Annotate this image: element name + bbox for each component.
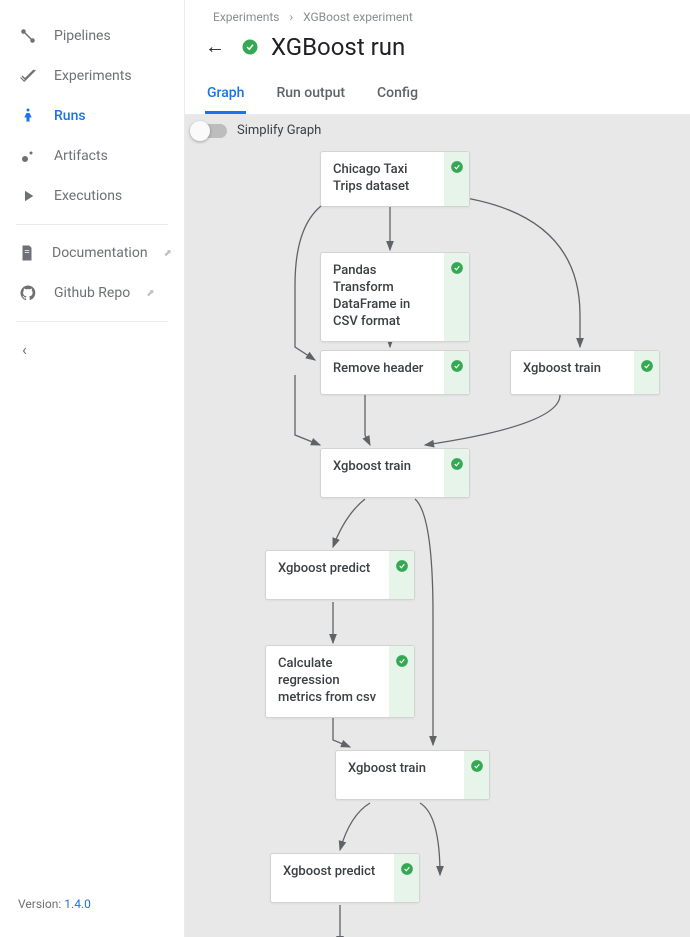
graph-node[interactable]: Chicago Taxi Trips dataset (320, 151, 470, 207)
tab-config[interactable]: Config (375, 75, 420, 114)
node-label: Calculate regression metrics from csv (266, 646, 389, 717)
node-status (389, 646, 414, 717)
breadcrumb-item[interactable]: Experiments (213, 10, 280, 24)
nav-label: Pipelines (54, 28, 111, 44)
graph-canvas[interactable]: Simplify Graph (185, 115, 690, 937)
node-status (464, 751, 489, 799)
graph-node[interactable]: Xgboost predict (270, 853, 420, 903)
breadcrumb: Experiments › XGBoost experiment (185, 0, 690, 26)
tab-run-output[interactable]: Run output (274, 75, 347, 114)
node-label: Xgboost train (336, 751, 464, 799)
nav-label: Executions (54, 188, 122, 204)
executions-icon (18, 186, 38, 206)
graph-node[interactable]: Xgboost train (510, 350, 660, 395)
nav-label: Github Repo (54, 285, 130, 301)
node-label: Xgboost predict (271, 854, 394, 902)
nav-label: Documentation (52, 245, 148, 261)
sidebar-item-runs[interactable]: Runs (0, 96, 184, 136)
nav-label: Artifacts (54, 148, 108, 164)
sidebar-link-github[interactable]: Github Repo ⬈ (0, 273, 184, 313)
sidebar: Pipelines Experiments Runs Artifacts Exe… (0, 0, 185, 937)
node-status (444, 253, 469, 341)
collapse-sidebar-button[interactable]: ‹ (0, 330, 184, 369)
graph-node[interactable]: Xgboost train (320, 448, 470, 498)
tabs: Graph Run output Config (185, 75, 690, 115)
experiments-icon (18, 66, 38, 86)
node-label: Xgboost train (321, 449, 444, 497)
graph-node[interactable]: Remove header (320, 350, 470, 395)
node-label: Xgboost train (511, 351, 634, 394)
node-label: Chicago Taxi Trips dataset (321, 152, 444, 206)
back-button[interactable]: ← (201, 30, 229, 63)
sidebar-item-experiments[interactable]: Experiments (0, 56, 184, 96)
external-link-icon: ⬈ (146, 288, 154, 299)
sidebar-link-documentation[interactable]: Documentation ⬈ (0, 233, 184, 273)
github-icon (18, 283, 38, 303)
nav-label: Experiments (54, 68, 132, 84)
node-label: Remove header (321, 351, 444, 394)
graph-node[interactable]: Xgboost predict (265, 550, 415, 600)
graph-node[interactable]: Pandas Transform DataFrame in CSV format (320, 252, 470, 342)
graph-node[interactable]: Calculate regression metrics from csv (265, 645, 415, 718)
nav-label: Runs (54, 108, 86, 124)
node-label: Pandas Transform DataFrame in CSV format (321, 253, 444, 341)
sidebar-item-pipelines[interactable]: Pipelines (0, 16, 184, 56)
node-label: Xgboost predict (266, 551, 389, 599)
pipelines-icon (18, 26, 38, 46)
node-status (389, 551, 414, 599)
node-status (394, 854, 419, 902)
success-icon (241, 38, 259, 56)
node-status (444, 152, 469, 206)
node-status (634, 351, 659, 394)
main: Experiments › XGBoost experiment ← XGBoo… (185, 0, 690, 937)
version-link[interactable]: 1.4.0 (64, 897, 91, 911)
tab-graph[interactable]: Graph (205, 75, 246, 114)
graph-edges (185, 115, 690, 937)
simplify-graph-toggle[interactable] (193, 124, 227, 138)
title-row: ← XGBoost run (185, 26, 690, 75)
page-title: XGBoost run (271, 33, 405, 61)
graph-toolbar: Simplify Graph (193, 123, 321, 138)
sidebar-item-executions[interactable]: Executions (0, 176, 184, 216)
document-icon (18, 243, 36, 263)
version-label: Version: 1.4.0 (0, 887, 184, 921)
external-link-icon: ⬈ (164, 248, 172, 259)
node-status (444, 449, 469, 497)
runs-icon (18, 106, 38, 126)
breadcrumb-item[interactable]: XGBoost experiment (303, 10, 413, 24)
toggle-label: Simplify Graph (237, 123, 321, 138)
sidebar-item-artifacts[interactable]: Artifacts (0, 136, 184, 176)
artifacts-icon (18, 146, 38, 166)
chevron-right-icon: › (290, 10, 294, 24)
graph-node[interactable]: Xgboost train (335, 750, 490, 800)
node-status (444, 351, 469, 394)
